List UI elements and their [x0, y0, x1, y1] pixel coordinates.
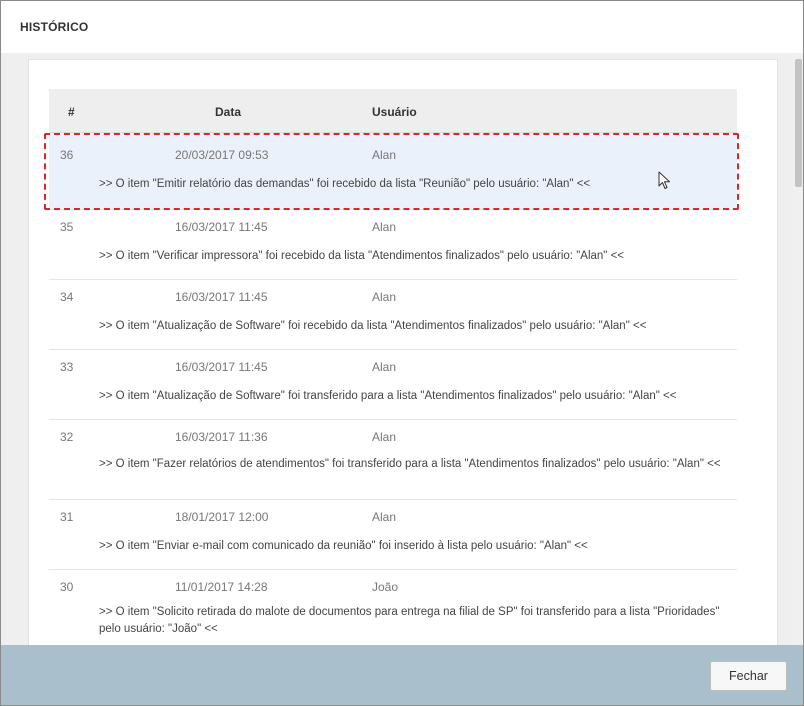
dialog-title: HISTÓRICO: [20, 20, 89, 34]
row-number: 31: [60, 510, 74, 524]
row-date: 16/03/2017 11:45: [175, 360, 268, 374]
mouse-cursor-icon: [658, 171, 670, 189]
row-message: >> O item "Atualização de Software" foi …: [99, 320, 647, 332]
row-number: 36: [60, 148, 74, 162]
table-row[interactable]: 34 16/03/2017 11:45 Alan >> O item "Atua…: [49, 280, 737, 350]
column-header-num: #: [68, 105, 75, 119]
row-date: 16/03/2017 11:45: [175, 220, 268, 234]
row-user: João: [372, 580, 399, 594]
row-date: 11/01/2017 14:28: [175, 580, 268, 594]
row-message: >> O item "Solicito retirada do malote d…: [99, 606, 720, 635]
row-user: Alan: [372, 220, 397, 234]
row-message: >> O item "Enviar e-mail com comunicado …: [99, 540, 588, 552]
history-table: # Data Usuário 36 20/03/2017 09:53 Alan …: [49, 89, 737, 649]
table-header: # Data Usuário: [49, 89, 737, 133]
table-row[interactable]: 32 16/03/2017 11:36 Alan >> O item "Faze…: [49, 420, 737, 500]
table-row[interactable]: 33 16/03/2017 11:45 Alan >> O item "Atua…: [49, 350, 737, 420]
row-date: 16/03/2017 11:36: [175, 430, 268, 444]
dialog-header: HISTÓRICO: [1, 1, 803, 53]
row-message: >> O item "Emitir relatório das demandas…: [99, 178, 591, 190]
row-user: Alan: [372, 360, 397, 374]
row-user: Alan: [372, 510, 397, 524]
row-number: 33: [60, 360, 74, 374]
row-date: 18/01/2017 12:00: [175, 510, 269, 524]
row-user: Alan: [372, 430, 397, 444]
history-card: # Data Usuário 36 20/03/2017 09:53 Alan …: [28, 59, 778, 649]
table-row[interactable]: 36 20/03/2017 09:53 Alan >> O item "Emit…: [49, 133, 737, 210]
row-message: >> O item "Atualização de Software" foi …: [99, 390, 677, 402]
row-number: 30: [60, 580, 74, 594]
table-row[interactable]: 30 11/01/2017 14:28 João >> O item "Soli…: [49, 570, 737, 649]
row-date: 16/03/2017 11:45: [175, 290, 268, 304]
row-number: 32: [60, 430, 74, 444]
row-date: 20/03/2017 09:53: [175, 148, 269, 162]
row-number: 35: [60, 220, 74, 234]
table-row[interactable]: 31 18/01/2017 12:00 Alan >> O item "Envi…: [49, 500, 737, 570]
column-header-user: Usuário: [372, 105, 417, 119]
history-dialog: HISTÓRICO # Data Usuário 36 20/03/2017 0…: [0, 0, 804, 706]
dialog-footer: Fechar: [1, 645, 803, 705]
column-header-date: Data: [215, 105, 242, 119]
row-user: Alan: [372, 290, 397, 304]
row-message: >> O item "Fazer relatórios de atendimen…: [99, 458, 721, 470]
row-message: >> O item "Verificar impressora" foi rec…: [99, 250, 625, 262]
dialog-body: # Data Usuário 36 20/03/2017 09:53 Alan …: [1, 53, 803, 649]
close-button[interactable]: Fechar: [710, 661, 787, 691]
dialog-scrollbar[interactable]: [793, 53, 803, 645]
table-row[interactable]: 35 16/03/2017 11:45 Alan >> O item "Veri…: [49, 210, 737, 280]
row-user: Alan: [372, 148, 397, 162]
row-number: 34: [60, 290, 74, 304]
dialog-scrollbar-thumb[interactable]: [795, 59, 802, 187]
